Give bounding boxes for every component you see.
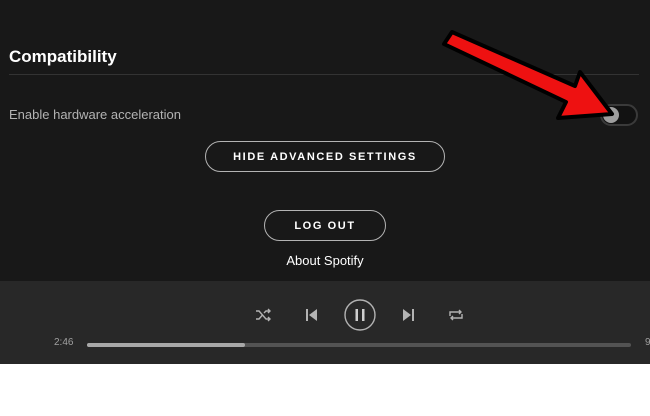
player-bar: 2:46 9 bbox=[0, 281, 650, 364]
current-time: 2:46 bbox=[54, 337, 74, 348]
next-icon[interactable] bbox=[401, 308, 415, 322]
toggle-knob bbox=[603, 107, 619, 123]
red-arrow-shape bbox=[442, 30, 614, 120]
hide-advanced-settings-button[interactable]: HIDE ADVANCED SETTINGS bbox=[205, 141, 445, 172]
progress-bar[interactable] bbox=[87, 343, 631, 347]
section-title-compatibility: Compatibility bbox=[9, 47, 117, 66]
hardware-acceleration-label: Enable hardware acceleration bbox=[9, 107, 181, 122]
previous-icon[interactable] bbox=[305, 308, 319, 322]
shuffle-icon[interactable] bbox=[254, 307, 272, 323]
about-spotify-link[interactable]: About Spotify bbox=[0, 253, 650, 268]
progress-fill bbox=[87, 343, 245, 347]
settings-panel: Compatibility Enable hardware accelerati… bbox=[0, 0, 650, 281]
repeat-icon[interactable] bbox=[447, 307, 465, 323]
section-divider bbox=[9, 74, 639, 75]
hardware-acceleration-toggle[interactable] bbox=[600, 104, 638, 126]
pause-icon[interactable] bbox=[344, 299, 376, 331]
log-out-button[interactable]: LOG OUT bbox=[264, 210, 386, 241]
total-time: 9 bbox=[645, 337, 650, 348]
